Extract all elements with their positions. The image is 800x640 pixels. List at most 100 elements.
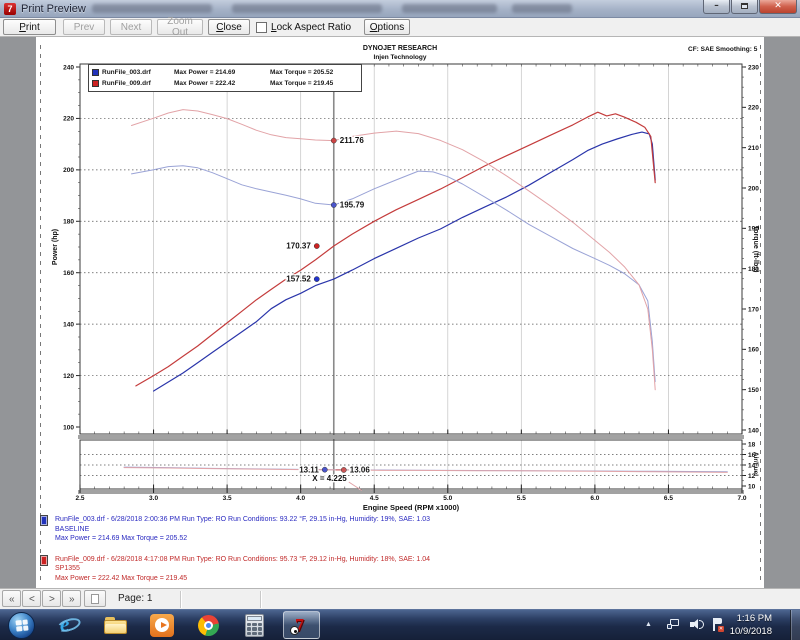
window-title: Print Preview: [21, 3, 86, 15]
winpep-taskbar-button[interactable]: 7: [283, 611, 320, 639]
next-page-nav-button[interactable]: >: [42, 590, 61, 607]
run2-details: RunFile_009.drf - 6/28/2018 4:17:08 PM R…: [40, 555, 750, 584]
legend-run1-power: Max Power = 214.69: [174, 69, 270, 76]
clock-date: 10/9/2018: [702, 625, 772, 638]
chart-text: 220: [63, 116, 74, 123]
preview-area: DYNOJET RESEARCH Injen Technology CF: SA…: [0, 37, 800, 588]
chart-text: 3.5: [223, 495, 232, 502]
calculator-keys: [247, 623, 262, 635]
chart-text: 3.0: [149, 495, 158, 502]
run1-maxima: Max Power = 214.69 Max Torque = 205.52: [55, 534, 430, 544]
restore-button[interactable]: [731, 0, 758, 14]
lock-aspect-label[interactable]: Lock Aspect Ratio: [271, 22, 351, 33]
page-setup-button[interactable]: [84, 590, 106, 607]
chart-shape: [80, 440, 742, 489]
next-page-button[interactable]: Next: [110, 19, 152, 35]
run2-note: SP1355: [55, 564, 430, 574]
page-icon: [91, 594, 99, 604]
window-controls: – ✕: [702, 0, 797, 14]
show-desktop-button[interactable]: [790, 610, 800, 640]
options-button[interactable]: Options: [364, 19, 410, 35]
windows-taskbar: e 7 ▲: [0, 609, 800, 640]
chart-text: 4.0: [296, 495, 305, 502]
restore-icon: [741, 3, 748, 9]
chart-shape: [331, 138, 336, 143]
run2-file-icon: [40, 555, 48, 566]
run1-conditions: RunFile_003.drf - 6/28/2018 2:00:36 PM R…: [55, 515, 430, 525]
soccer-ball-icon: [290, 626, 299, 635]
chart-text: 6.5: [664, 495, 673, 502]
chart-text: 150: [748, 387, 759, 394]
chart-text: 13.11: [299, 465, 319, 474]
statusbar-separator: [260, 591, 262, 608]
run1-note: BASELINE: [55, 525, 430, 535]
play-triangle-icon: [161, 622, 167, 628]
windows-logo-icon: [15, 619, 28, 631]
run2-conditions: RunFile_009.drf - 6/28/2018 4:17:08 PM R…: [55, 555, 430, 565]
previous-page-button[interactable]: <: [22, 590, 41, 607]
chart-text: 157.52: [286, 275, 311, 284]
close-preview-button[interactable]: Close: [208, 19, 250, 35]
print-button[interactable]: Print: [3, 19, 56, 35]
prev-page-button[interactable]: Prev: [63, 19, 105, 35]
last-page-button[interactable]: »: [62, 590, 81, 607]
chart-text: 5.5: [517, 495, 526, 502]
page-indicator: Page: 1: [118, 593, 152, 604]
run-details-footer: RunFile_003.drf - 6/28/2018 2:00:36 PM R…: [40, 515, 750, 594]
chart-text: X = 4.225: [312, 474, 347, 483]
chart-text: 160: [63, 270, 74, 277]
folder-front: [105, 624, 126, 633]
chart-text: 4.5: [370, 495, 379, 502]
status-bar: « < > » Page: 1: [0, 588, 800, 609]
chart-text: 170: [748, 306, 759, 313]
print-preview-toolbar: Print Prev Next Zoom Out Close Lock Aspe…: [0, 18, 800, 37]
internet-explorer-icon[interactable]: e: [58, 614, 82, 637]
first-page-button[interactable]: «: [2, 590, 21, 607]
chart-text: 160: [748, 347, 759, 354]
title-bar[interactable]: 7 Print Preview – ✕: [0, 0, 800, 18]
lock-aspect-checkbox[interactable]: [256, 22, 267, 33]
calculator-icon[interactable]: [243, 614, 267, 637]
media-player-icon[interactable]: [150, 614, 174, 637]
chart-text: 200: [63, 167, 74, 174]
tray-expand-icon[interactable]: ▲: [645, 621, 652, 628]
legend-row: RunFile_009.drf Max Power = 222.42 Max T…: [92, 78, 361, 89]
titlebar-redacted-text: [92, 4, 212, 13]
run1-color-swatch: [92, 69, 99, 76]
statusbar-separator: [180, 591, 182, 608]
chart-text: 2.5: [75, 495, 84, 502]
chart-text: 5.0: [443, 495, 452, 502]
calculator-display: [247, 616, 262, 621]
chart-text: 180: [63, 219, 74, 226]
chart-text: 100: [63, 424, 74, 431]
close-window-button[interactable]: ✕: [759, 0, 797, 14]
chart-text: 10: [748, 483, 756, 490]
chart-text: 120: [63, 373, 74, 380]
chart-shape: [132, 166, 656, 382]
network-icon[interactable]: [667, 619, 680, 630]
minimize-button[interactable]: –: [703, 0, 730, 14]
chart-text: 211.76: [340, 136, 365, 145]
chart-shape: [124, 468, 727, 473]
run2-color-swatch: [92, 80, 99, 87]
chart-shape: [322, 467, 327, 472]
legend-run2-power: Max Power = 222.42: [174, 80, 270, 87]
run2-maxima: Max Power = 222.42 Max Torque = 219.45: [55, 574, 430, 584]
chart-text: 200: [748, 185, 759, 192]
chart-text: 140: [748, 427, 759, 434]
file-explorer-icon[interactable]: [104, 614, 128, 637]
chart-shape: [331, 202, 336, 207]
dyno-chart: 2.53.03.54.04.55.05.56.06.57.0Engine Spe…: [0, 37, 800, 588]
chart-text: 6.0: [590, 495, 599, 502]
zoom-out-button[interactable]: Zoom Out: [157, 19, 203, 35]
run1-details: RunFile_003.drf - 6/28/2018 2:00:36 PM R…: [40, 515, 750, 544]
chrome-icon[interactable]: [197, 614, 221, 637]
clock[interactable]: 1:16 PM 10/9/2018: [702, 612, 772, 638]
chart-shape: [341, 467, 346, 472]
start-button[interactable]: [8, 612, 35, 639]
chart-text: 240: [63, 64, 74, 71]
chart-shape: [314, 276, 319, 281]
chart-text: 220: [748, 105, 759, 112]
chart-text: 18: [748, 441, 756, 448]
legend-run1-file: RunFile_003.drf: [102, 69, 174, 76]
